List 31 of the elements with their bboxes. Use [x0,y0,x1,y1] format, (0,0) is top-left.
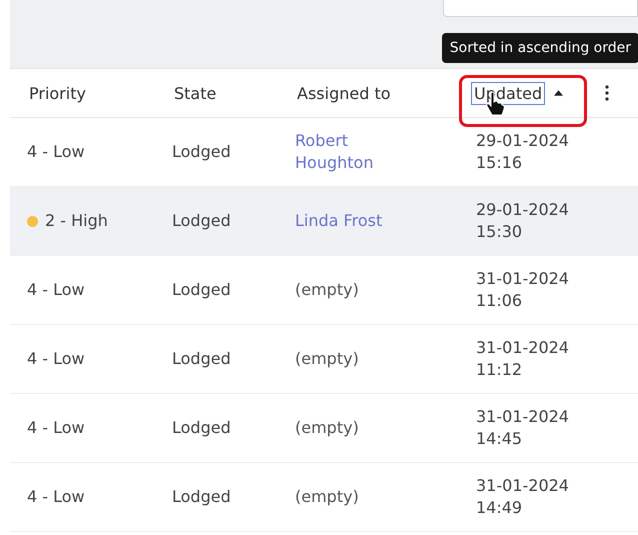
table-cell: 4 - Low [27,486,85,508]
column-header[interactable]: Priority [27,82,88,104]
table-cell: 4 - Low [27,141,85,163]
user-link[interactable]: Linda Frost [295,210,382,232]
table-cell-text: 31-01-2024 14:45 [476,406,570,450]
table-cell: Lodged [172,486,231,508]
table-cell: Lodged [172,417,231,439]
column-header[interactable]: Updated [472,82,544,104]
table-cell: (empty) [295,486,359,508]
table-cell: 2 - High [45,210,108,232]
table-cell: (empty) [295,348,359,370]
table-cell-text: 31-01-2024 14:49 [476,475,570,519]
table-cell: Lodged [172,210,231,232]
table-cell-text: 31-01-2024 11:12 [476,337,570,381]
user-link[interactable]: Robert Houghton [295,130,405,174]
input-field[interactable] [443,0,638,17]
table-cell: (empty) [295,417,359,439]
table-cell: 4 - Low [27,417,85,439]
table-cell: Lodged [172,348,231,370]
table-cell: (empty) [295,279,359,301]
table-cell: Lodged [172,141,231,163]
table-cell: Lodged [172,279,231,301]
table-cell: 4 - Low [27,279,85,301]
more-menu-icon[interactable] [605,85,609,101]
tooltip: Sorted in ascending order [442,33,638,63]
table-cell-text: 29-01-2024 15:30 [476,199,570,243]
table-cell-text: 29-01-2024 15:16 [476,130,570,174]
table-cell-text: 31-01-2024 11:06 [476,268,570,312]
table-cell: 4 - Low [27,348,85,370]
column-header[interactable]: State [172,82,218,104]
column-header[interactable]: Assigned to [295,82,393,104]
